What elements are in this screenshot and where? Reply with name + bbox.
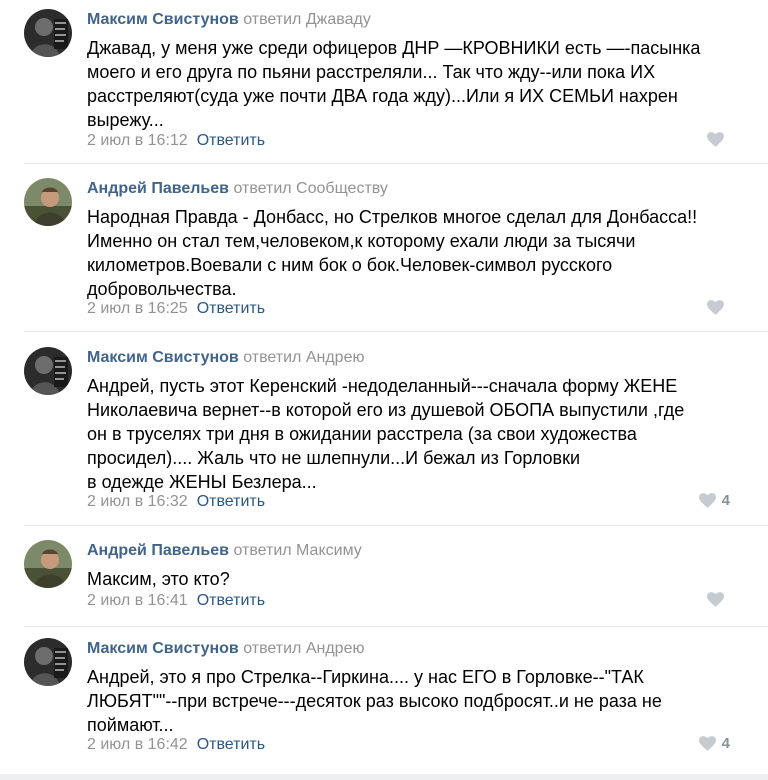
divider: [24, 163, 768, 164]
like-button[interactable]: [670, 591, 730, 611]
comment-text-line: Джавад, у меня уже среди офицеров ДНР —К…: [87, 38, 701, 58]
avatar-photo: [24, 9, 72, 57]
comment-date[interactable]: 2 июл в 16:12: [87, 132, 188, 149]
like-button[interactable]: [670, 299, 730, 319]
comment-text: Максим, это кто?: [87, 567, 747, 591]
comment-text-line: Андрей, это я про Стрелка--Гиркина.... у…: [87, 667, 644, 687]
comment-meta: 2 июл в 16:42 Ответить: [87, 735, 265, 755]
comment-item: Андрей Павельев ответил Максиму Максим, …: [0, 531, 768, 629]
author-link[interactable]: Максим Свистунов: [87, 640, 239, 657]
comment-text-line: Максим, это кто?: [87, 569, 230, 589]
comment-text: Андрей, пусть этот Керенский -недоделанн…: [87, 374, 747, 494]
avatar-photo: [24, 178, 72, 226]
comment-date[interactable]: 2 июл в 16:25: [87, 300, 188, 317]
heart-icon: [707, 592, 724, 608]
comment-text-line: Андрей, пусть этот Керенский -недоделанн…: [87, 376, 678, 396]
comment-text-line: вырежу...: [87, 110, 164, 130]
heart-icon: [707, 132, 724, 148]
comment-header: Андрей Павельев ответил Сообществу: [87, 179, 388, 199]
comment-meta: 2 июл в 16:41 Ответить: [87, 591, 265, 611]
reply-button[interactable]: Ответить: [197, 592, 265, 609]
avatar[interactable]: [24, 178, 72, 226]
comment-item: Максим Свистунов ответил Андрею Андрей, …: [0, 629, 768, 780]
comment-header: Максим Свистунов ответил Джаваду: [87, 10, 371, 30]
avatar[interactable]: [24, 638, 72, 686]
heart-icon: [698, 493, 716, 509]
reply-button[interactable]: Ответить: [197, 493, 265, 510]
comment-meta: 2 июл в 16:32 Ответить: [87, 492, 265, 512]
avatar[interactable]: [24, 347, 72, 395]
comment-text: Народная Правда - Донбасс, но Стрелков м…: [87, 205, 747, 301]
like-count: 4: [721, 735, 730, 753]
comment-text-line: поймают...: [87, 715, 174, 735]
reply-button[interactable]: Ответить: [197, 736, 265, 753]
comment-date[interactable]: 2 июл в 16:32: [87, 493, 188, 510]
heart-icon: [698, 736, 716, 752]
comment-text-line: добровольчества.: [87, 279, 237, 299]
avatar[interactable]: [24, 9, 72, 57]
reply-to-text[interactable]: ответил Максиму: [233, 542, 361, 559]
avatar[interactable]: [24, 540, 72, 588]
comment-text-line: расстреляют(суда уже почти ДВА года жду)…: [87, 86, 678, 106]
comment-item: Максим Свистунов ответил Андрею Андрей, …: [0, 338, 768, 528]
comment-item: Максим Свистунов ответил Джаваду Джавад,…: [0, 0, 768, 165]
comment-meta: 2 июл в 16:12 Ответить: [87, 131, 265, 151]
divider: [24, 626, 768, 627]
comment-text-line: он в труселях три дня в ожидании расстре…: [87, 424, 637, 444]
bottom-edge: [0, 774, 768, 780]
reply-button[interactable]: Ответить: [197, 300, 265, 317]
avatar-photo: [24, 638, 72, 686]
comment-header: Андрей Павельев ответил Максиму: [87, 541, 362, 561]
comment-text: Андрей, это я про Стрелка--Гиркина.... у…: [87, 665, 747, 737]
comment-header: Максим Свистунов ответил Андрею: [87, 348, 364, 368]
author-link[interactable]: Андрей Павельев: [87, 180, 229, 197]
divider: [24, 331, 768, 332]
comment-text-line: просидел).... Жаль что не шлепнули...И б…: [87, 448, 581, 468]
comment-text-line: километров.Воевали с ним бок о бок.Челов…: [87, 255, 613, 275]
comment-date[interactable]: 2 июл в 16:42: [87, 736, 188, 753]
comment-text-line: Народная Правда - Донбасс, но Стрелков м…: [87, 207, 698, 227]
author-link[interactable]: Максим Свистунов: [87, 349, 239, 366]
avatar-photo: [24, 347, 72, 395]
like-count: 4: [721, 492, 730, 510]
reply-to-text[interactable]: ответил Андрею: [243, 640, 364, 657]
avatar-photo: [24, 540, 72, 588]
comment-text-line: в одежде ЖЕНЫ Безлера...: [87, 472, 317, 492]
comment-header: Максим Свистунов ответил Андрею: [87, 639, 364, 659]
divider: [24, 525, 768, 526]
comment-text-line: Николаевича вернет--в которой его из душ…: [87, 400, 685, 420]
reply-to-text[interactable]: ответил Джаваду: [243, 11, 371, 28]
comment-date[interactable]: 2 июл в 16:41: [87, 592, 188, 609]
comment-text-line: Именно он стал тем,человеком,к которому …: [87, 231, 636, 251]
reply-to-text[interactable]: ответил Андрею: [243, 349, 364, 366]
comment-item: Андрей Павельев ответил Сообществу Народ…: [0, 169, 768, 334]
author-link[interactable]: Андрей Павельев: [87, 542, 229, 559]
comment-text: Джавад, у меня уже среди офицеров ДНР —К…: [87, 36, 747, 132]
reply-button[interactable]: Ответить: [197, 132, 265, 149]
like-button[interactable]: [670, 131, 730, 151]
comment-meta: 2 июл в 16:25 Ответить: [87, 299, 265, 319]
comment-text-line: моего и его друга по пьяни расстреляли..…: [87, 62, 656, 82]
comment-text-line: ЛЮБЯТ""--при встрече---десяток раз высок…: [87, 691, 662, 711]
like-button[interactable]: 4: [670, 492, 730, 512]
like-button[interactable]: 4: [670, 735, 730, 755]
heart-icon: [707, 300, 724, 316]
author-link[interactable]: Максим Свистунов: [87, 11, 239, 28]
reply-to-text[interactable]: ответил Сообществу: [233, 180, 387, 197]
